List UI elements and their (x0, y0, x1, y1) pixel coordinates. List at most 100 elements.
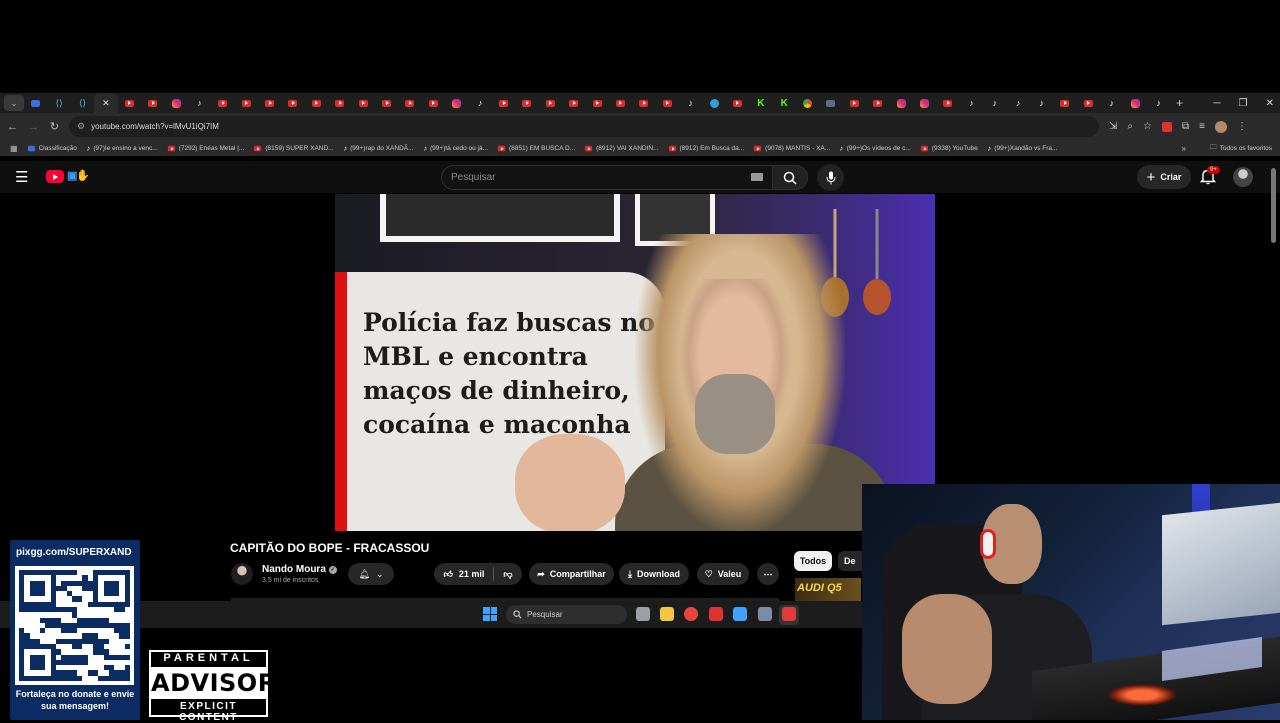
bookmark-star-icon[interactable]: ☆ (1143, 121, 1152, 132)
youtube-doodle-logo[interactable]: ▣✋ (67, 169, 90, 182)
share-button[interactable]: ➦ Compartilhar (529, 563, 614, 585)
address-field[interactable]: ⚙ youtube.com/watch?v=lMvU1iQi7IM (69, 116, 1099, 137)
browser-tab[interactable]: ⟨⟩ (47, 94, 70, 112)
page-scrollbar[interactable] (1271, 168, 1276, 243)
back-icon[interactable]: ← (2, 121, 23, 133)
bookmark-item[interactable]: ♪ (99+)Xandão vs Fra... (987, 143, 1057, 153)
browser-tab[interactable]: K (749, 94, 772, 112)
bookmark-item[interactable]: (9338) YouTube (920, 143, 978, 153)
minimize-icon[interactable]: ─ (1214, 98, 1221, 109)
close-window-icon[interactable]: ✕ (1266, 98, 1274, 109)
bookmark-item[interactable]: (7292) Enéas Metal |... (167, 143, 244, 153)
browser-tab[interactable]: ♪ (1030, 94, 1053, 112)
recommended-video-thumbnail[interactable]: AUDI Q5 (795, 578, 861, 602)
browser-tab[interactable] (398, 94, 421, 112)
browser-tab[interactable] (796, 94, 819, 112)
browser-tab[interactable] (281, 94, 304, 112)
bookmark-item[interactable]: (8912) VAI XANDIN... (584, 143, 659, 153)
taskbar-chrome-icon[interactable] (684, 607, 698, 621)
taskbar-obs-icon[interactable] (709, 607, 723, 621)
browser-tab[interactable] (539, 94, 562, 112)
browser-tab[interactable]: ⟨⟩ (71, 94, 94, 112)
forward-icon[interactable]: → (23, 121, 44, 133)
taskbar-editor-icon[interactable] (733, 607, 747, 621)
browser-tab[interactable] (375, 94, 398, 112)
browser-tab[interactable]: K (773, 94, 796, 112)
youtube-logo[interactable] (46, 170, 64, 183)
browser-tab[interactable] (936, 94, 959, 112)
browser-tab[interactable] (866, 94, 889, 112)
like-button[interactable]: 👍︎ 21 mil (443, 569, 484, 580)
browser-tab[interactable] (702, 94, 725, 112)
keyboard-icon[interactable] (751, 173, 763, 181)
search-button[interactable] (772, 165, 808, 190)
browser-tab-active[interactable]: ✕ (94, 93, 118, 113)
site-info-icon[interactable]: ⚙ (77, 121, 85, 132)
windows-start-icon[interactable] (483, 607, 497, 621)
browser-tab[interactable]: ♪ (960, 94, 983, 112)
browser-tab[interactable] (328, 94, 351, 112)
browser-tab[interactable] (656, 94, 679, 112)
extension-icon[interactable] (1161, 121, 1172, 132)
search-input[interactable]: Pesquisar (441, 165, 776, 190)
browser-tab[interactable] (141, 94, 164, 112)
taskbar-task-view-icon[interactable] (636, 607, 650, 621)
browser-tab[interactable] (843, 94, 866, 112)
browser-tab[interactable] (305, 94, 328, 112)
browser-menu-icon[interactable]: ⋮ (1237, 121, 1247, 132)
all-bookmarks-folder[interactable]: 🗀 Todos os favoritos (1210, 143, 1272, 154)
profile-avatar[interactable] (1214, 120, 1227, 133)
bookmark-item[interactable]: (8159) SUPER XAND... (253, 143, 334, 153)
tab-search-dropdown-icon[interactable]: ⌄ (4, 95, 24, 111)
apps-grid-icon[interactable]: ▦ (10, 144, 18, 153)
bookmark-item[interactable]: (8912) Em Busca da... (668, 143, 744, 153)
browser-tab[interactable] (235, 94, 258, 112)
browser-tab[interactable] (726, 94, 749, 112)
more-bookmarks-icon[interactable]: » (1182, 144, 1186, 153)
bookmark-item[interactable]: ♪ (99+)tá cedo ou já... (423, 143, 488, 153)
voice-search-button[interactable] (817, 164, 844, 191)
browser-tab[interactable] (351, 94, 374, 112)
browser-tab[interactable] (1053, 94, 1076, 112)
create-button[interactable]: + Criar (1137, 165, 1191, 189)
bookmark-item[interactable]: (9078) MANTIS - XA... (753, 143, 830, 153)
browser-tab[interactable]: ♪ (1147, 94, 1170, 112)
browser-tab[interactable] (632, 94, 655, 112)
reading-list-icon[interactable]: ≡ (1199, 121, 1205, 132)
browser-tab[interactable]: ♪ (1006, 94, 1029, 112)
browser-tab[interactable] (211, 94, 234, 112)
browser-tab[interactable] (445, 94, 468, 112)
browser-tab[interactable] (1077, 94, 1100, 112)
extensions-puzzle-icon[interactable]: ⧉ (1182, 121, 1189, 132)
browser-tab[interactable] (562, 94, 585, 112)
hamburger-menu-icon[interactable]: ☰ (15, 168, 28, 186)
browser-tab[interactable] (819, 94, 842, 112)
browser-tab[interactable]: ♪ (1100, 94, 1123, 112)
browser-tab[interactable] (164, 94, 187, 112)
taskbar-search-input[interactable]: Pesquisar (506, 605, 627, 624)
video-player[interactable]: Polícia faz buscas no MBL e encontra maç… (335, 194, 935, 531)
subscription-notification-button[interactable]: 🔔︎ ⌄ (348, 563, 394, 585)
zoom-icon[interactable]: ⌕ (1127, 121, 1133, 132)
bookmark-item[interactable]: ♪ (99+)Os vídeos de c... (839, 143, 911, 153)
channel-avatar[interactable] (231, 563, 253, 585)
chip-channel[interactable]: De N (838, 551, 862, 571)
more-actions-button[interactable]: ⋯ (757, 563, 779, 585)
install-app-icon[interactable]: ⇲ (1109, 121, 1117, 132)
bookmark-item[interactable]: ♪ (97)Ie ensino a venc... (86, 143, 157, 153)
browser-tab[interactable] (889, 94, 912, 112)
thanks-button[interactable]: ♡ Valeu (697, 563, 749, 585)
browser-tab[interactable] (118, 94, 141, 112)
browser-tab[interactable] (913, 94, 936, 112)
chip-all[interactable]: Todos (794, 551, 832, 571)
bookmark-item[interactable]: (8851) EM BUSCA D... (497, 143, 575, 153)
reload-icon[interactable]: ↻ (44, 120, 65, 133)
close-tab-icon[interactable]: ✕ (102, 98, 110, 109)
channel-name[interactable]: Nando Moura ✓ (262, 564, 337, 575)
browser-tab[interactable]: ♪ (188, 94, 211, 112)
taskbar-file-explorer-icon[interactable] (660, 607, 674, 621)
dislike-button[interactable]: 👎︎ (503, 569, 512, 580)
browser-tab[interactable] (422, 94, 445, 112)
new-tab-icon[interactable]: + (1176, 96, 1183, 110)
browser-tab[interactable] (1123, 94, 1146, 112)
